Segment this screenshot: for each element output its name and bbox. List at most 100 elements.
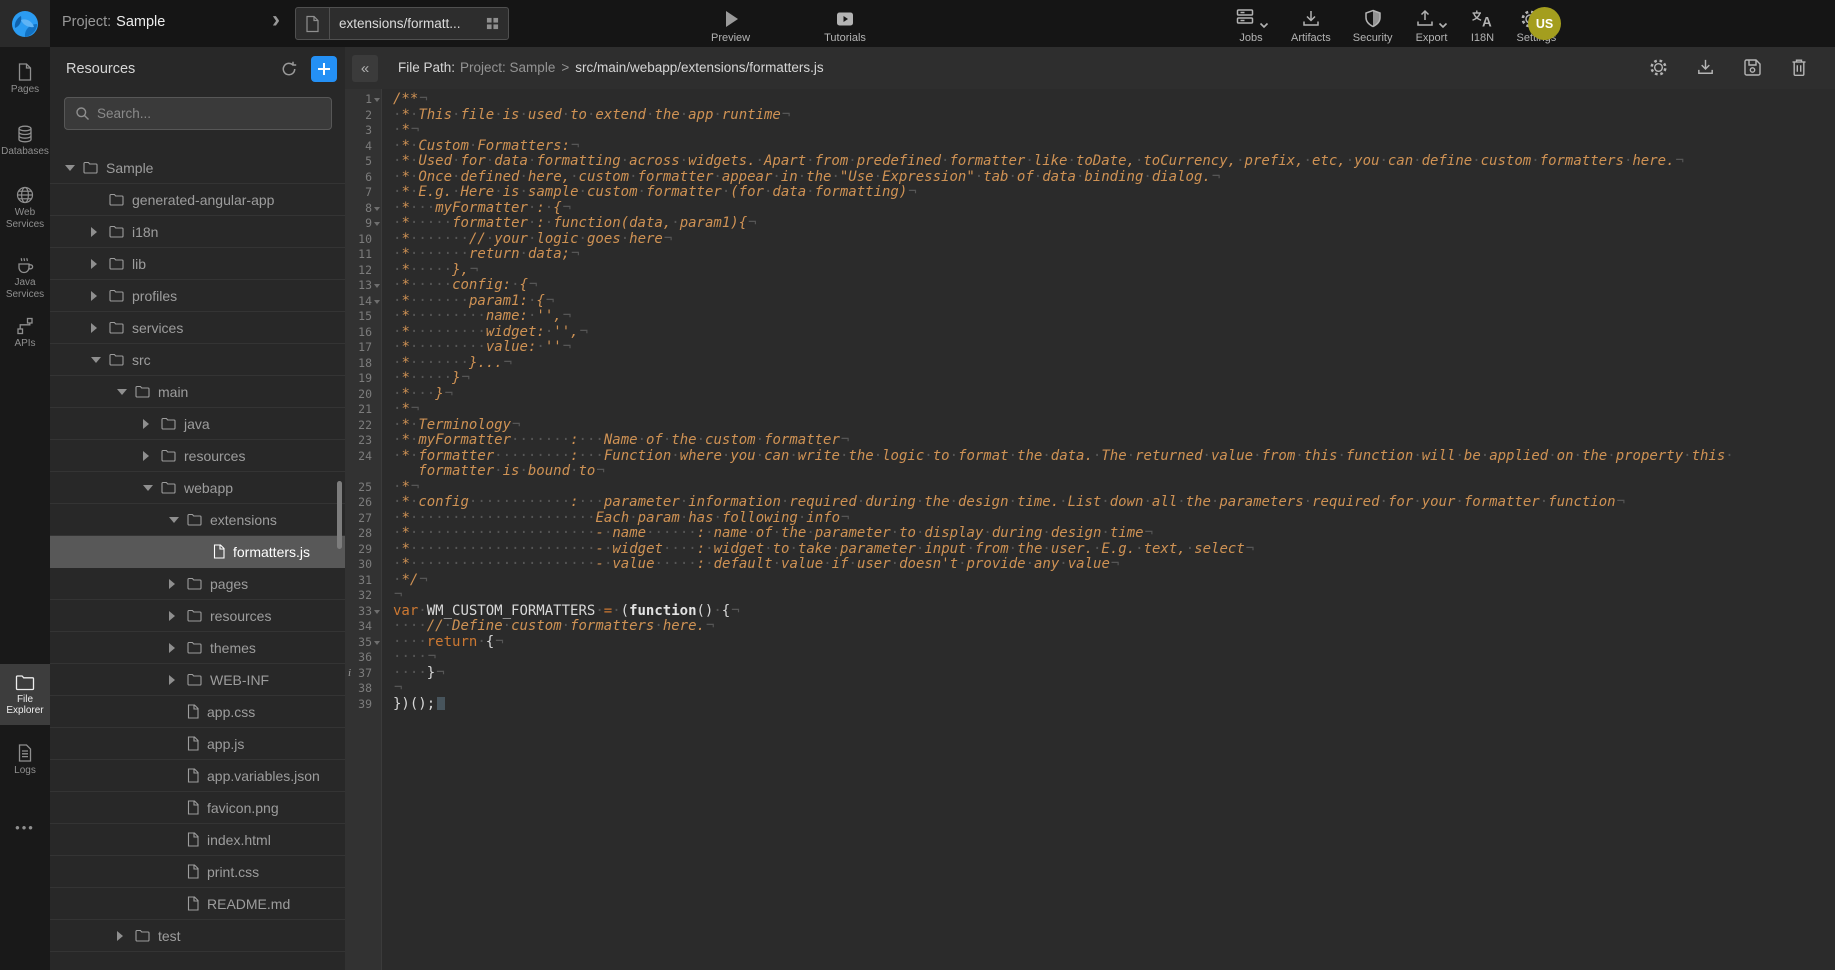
open-file-tab[interactable]: extensions/formatt...: [295, 7, 509, 40]
chevron-right-icon[interactable]: [91, 259, 105, 269]
gutter-cell[interactable]: 3: [345, 123, 383, 139]
gutter-cell[interactable]: 13: [345, 278, 383, 294]
gutter-cell[interactable]: 14: [345, 294, 383, 310]
tree-row-lib[interactable]: lib: [50, 248, 345, 280]
code-text[interactable]: ·*·····config:·{¬: [383, 278, 1835, 294]
tree-row-themes[interactable]: themes: [50, 632, 345, 664]
sidebar-item-logs[interactable]: Logs: [0, 739, 50, 781]
file-settings-button[interactable]: [1648, 57, 1669, 78]
tree-row-src[interactable]: src: [50, 344, 345, 376]
gutter-cell[interactable]: 28: [345, 526, 383, 542]
gutter-cell[interactable]: 4: [345, 139, 383, 155]
i18n-button[interactable]: AI18N: [1459, 5, 1505, 44]
gutter-cell[interactable]: 38: [345, 681, 383, 697]
gutter-cell[interactable]: 35: [345, 635, 383, 651]
app-logo[interactable]: [0, 0, 50, 47]
code-text[interactable]: ·*¬: [383, 123, 1835, 139]
sidebar-item-pages[interactable]: Pages: [0, 58, 50, 100]
code-text[interactable]: ····}¬: [383, 666, 1835, 682]
tree-row-sample[interactable]: Sample: [50, 152, 345, 184]
tree-row-services[interactable]: services: [50, 312, 345, 344]
collapse-panel-button[interactable]: «: [352, 55, 378, 82]
search-box[interactable]: [64, 97, 332, 130]
gutter-cell[interactable]: 25: [345, 480, 383, 496]
fold-arrow-icon[interactable]: [373, 278, 383, 294]
gutter-cell[interactable]: 29: [345, 542, 383, 558]
chevron-right-icon[interactable]: [143, 451, 157, 461]
tree-row-test[interactable]: test: [50, 920, 345, 952]
tree-row-app-js[interactable]: app.js: [50, 728, 345, 760]
tree-row-web-inf[interactable]: WEB-INF: [50, 664, 345, 696]
gutter-cell[interactable]: 27: [345, 511, 383, 527]
code-text[interactable]: ·*·······//·your·logic·goes·here¬: [383, 232, 1835, 248]
code-text[interactable]: ·*·E.g.·Here·is·sample·custom·formatter·…: [383, 185, 1835, 201]
chevron-right-icon[interactable]: [169, 579, 183, 589]
chevron-right-icon[interactable]: [169, 611, 183, 621]
gutter-cell[interactable]: 19: [345, 371, 383, 387]
gutter-cell[interactable]: 31: [345, 573, 383, 589]
refresh-button[interactable]: [276, 56, 302, 82]
code-text[interactable]: ·*·This·file·is·used·to·extend·the·app·r…: [383, 108, 1835, 124]
search-input[interactable]: [97, 106, 297, 121]
gutter-cell[interactable]: 6: [345, 170, 383, 186]
gutter-cell[interactable]: 15: [345, 309, 383, 325]
chevron-right-icon[interactable]: [91, 227, 105, 237]
code-text[interactable]: ·*¬: [383, 480, 1835, 496]
tree-row-formatters-js[interactable]: formatters.js: [50, 536, 345, 568]
gutter-cell[interactable]: i37: [345, 666, 383, 682]
fold-arrow-icon[interactable]: [373, 635, 383, 651]
code-text[interactable]: ·*·Once·defined·here,·custom·formatter·a…: [383, 170, 1835, 186]
chevron-right-icon[interactable]: [143, 419, 157, 429]
delete-file-button[interactable]: [1789, 57, 1809, 78]
code-text[interactable]: ·*·········name:·'',¬: [383, 309, 1835, 325]
gutter-cell[interactable]: 23: [345, 433, 383, 449]
chevron-down-icon[interactable]: [91, 357, 105, 363]
tree-row-java[interactable]: java: [50, 408, 345, 440]
gutter-cell[interactable]: 20: [345, 387, 383, 403]
gutter-cell[interactable]: 17: [345, 340, 383, 356]
tree-row-profiles[interactable]: profiles: [50, 280, 345, 312]
code-text[interactable]: ·*·····}¬: [383, 371, 1835, 387]
gutter-cell[interactable]: 30: [345, 557, 383, 573]
artifacts-button[interactable]: Artifacts: [1280, 5, 1342, 44]
breadcrumb-project[interactable]: Project: Sample: [460, 60, 555, 75]
gutter-cell[interactable]: 9: [345, 216, 383, 232]
fold-arrow-icon[interactable]: [373, 216, 383, 232]
gutter-cell[interactable]: 22: [345, 418, 383, 434]
gutter-cell[interactable]: 21: [345, 402, 383, 418]
code-text[interactable]: ·*·config············:···parameter·infor…: [383, 495, 1835, 511]
chevron-down-icon[interactable]: [117, 389, 131, 395]
code-text[interactable]: ·*·········value:·''¬: [383, 340, 1835, 356]
code-text[interactable]: ·*·······return·data;¬: [383, 247, 1835, 263]
jobs-button[interactable]: Jobs: [1222, 5, 1280, 44]
gutter-cell[interactable]: 18: [345, 356, 383, 372]
chevron-right-icon[interactable]: [91, 291, 105, 301]
sidebar-item-web-services[interactable]: WebServices: [0, 181, 50, 234]
tree-row-app-variables-json[interactable]: app.variables.json: [50, 760, 345, 792]
code-text[interactable]: ·*·formatter·········:···Function·where·…: [383, 449, 1835, 480]
code-text[interactable]: ·*······················-·widget····:·wi…: [383, 542, 1835, 558]
gutter-cell[interactable]: 8: [345, 201, 383, 217]
gutter-cell[interactable]: 16: [345, 325, 383, 341]
code-text[interactable]: ·*·Used·for·data·formatting·across·widge…: [383, 154, 1835, 170]
tree-row-main[interactable]: main: [50, 376, 345, 408]
gutter-cell[interactable]: 32: [345, 588, 383, 604]
code-text[interactable]: ·*/¬: [383, 573, 1835, 589]
gutter-cell[interactable]: 1: [345, 92, 383, 108]
tree-row-webapp[interactable]: webapp: [50, 472, 345, 504]
tree-row-i18n[interactable]: i18n: [50, 216, 345, 248]
chevron-down-icon[interactable]: [65, 165, 79, 171]
code-text[interactable]: ····return·{¬: [383, 635, 1835, 651]
chevron-down-icon[interactable]: [143, 485, 157, 491]
code-text[interactable]: })();: [383, 697, 1835, 713]
add-resource-button[interactable]: [311, 56, 337, 82]
user-avatar[interactable]: US: [1528, 7, 1561, 40]
gutter-cell[interactable]: 33: [345, 604, 383, 620]
sidebar-item-file-explorer[interactable]: FileExplorer: [0, 664, 50, 725]
gutter-cell[interactable]: 34: [345, 619, 383, 635]
fold-arrow-icon[interactable]: [373, 294, 383, 310]
code-text[interactable]: ·*·······}...¬: [383, 356, 1835, 372]
code-text[interactable]: ·*·····},¬: [383, 263, 1835, 279]
tree-row-favicon-png[interactable]: favicon.png: [50, 792, 345, 824]
code-text[interactable]: ····¬: [383, 650, 1835, 666]
